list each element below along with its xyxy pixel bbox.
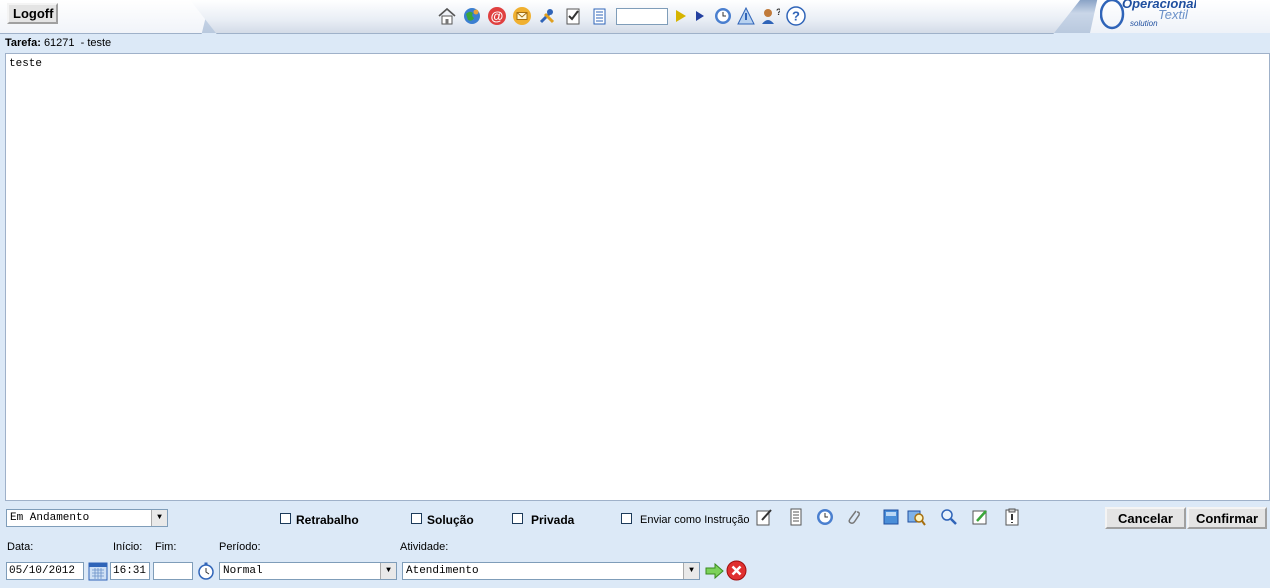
email-at-icon[interactable]: @	[487, 6, 507, 26]
clipboard-alert-icon[interactable]	[1002, 507, 1022, 527]
logo-text-sub: solution	[1130, 19, 1158, 28]
periodo-select[interactable]: Normal ▼	[219, 562, 397, 580]
document-list-icon[interactable]	[786, 507, 806, 527]
chevron-down-icon[interactable]: ▼	[151, 510, 167, 526]
magnifier-icon[interactable]	[939, 507, 959, 527]
checklist-icon[interactable]	[563, 6, 583, 26]
next-arrow-icon[interactable]	[690, 6, 710, 26]
logoff-button[interactable]: Logoff	[7, 3, 58, 24]
triangle-tool-icon[interactable]	[736, 6, 756, 26]
tools-icon[interactable]	[537, 6, 557, 26]
quick-search-input[interactable]	[616, 8, 668, 25]
task-label: Tarefa:	[5, 37, 41, 49]
inicio-label: Início:	[113, 541, 143, 553]
task-number: 61271	[43, 37, 75, 49]
enviar-instrucao-checkbox[interactable]	[621, 513, 632, 524]
envelope-icon[interactable]	[512, 6, 532, 26]
go-arrow-icon[interactable]	[671, 6, 691, 26]
globe-icon[interactable]	[462, 6, 482, 26]
privada-label: Privada	[531, 513, 575, 527]
svg-text:?: ?	[792, 9, 800, 24]
atividade-label: Atividade:	[400, 541, 449, 553]
edit-note-icon[interactable]	[754, 507, 774, 527]
status-select[interactable]: Em Andamento ▼	[6, 509, 168, 527]
solucao-checkbox[interactable]	[411, 513, 422, 524]
calendar-icon[interactable]	[88, 561, 108, 581]
periodo-label: Período:	[219, 541, 261, 553]
clock-icon[interactable]	[713, 6, 733, 26]
confirm-button[interactable]: Confirmar	[1187, 507, 1267, 529]
data-label: Data:	[7, 541, 34, 553]
task-note-editor[interactable]: teste	[5, 53, 1270, 501]
svg-text:@: @	[491, 9, 504, 24]
status-select-value: Em Andamento	[10, 512, 90, 524]
svg-text:?: ?	[776, 7, 780, 17]
solucao-label: Solução	[427, 513, 474, 527]
book-icon[interactable]	[881, 507, 901, 527]
clock-icon[interactable]	[815, 507, 835, 527]
atividade-select-value: Atendimento	[406, 565, 479, 577]
logo-text-bottom: Textil	[1158, 7, 1189, 22]
inicio-input[interactable]: 16:31	[110, 562, 150, 580]
help-icon[interactable]: ?	[786, 6, 806, 26]
company-logo: Operacional solution Textil	[1099, 0, 1198, 30]
pencil-edit-icon[interactable]	[970, 507, 990, 527]
green-arrow-icon[interactable]	[704, 561, 725, 581]
user-help-icon[interactable]: ?	[760, 6, 780, 26]
search-folder-icon[interactable]	[906, 507, 926, 527]
close-red-icon[interactable]	[726, 560, 747, 581]
data-input[interactable]: 05/10/2012	[6, 562, 84, 580]
chevron-down-icon[interactable]: ▼	[380, 563, 396, 579]
atividade-select[interactable]: Atendimento ▼	[402, 562, 700, 580]
list-icon[interactable]	[590, 6, 610, 26]
fim-label: Fim:	[155, 541, 177, 553]
attachment-icon[interactable]	[844, 507, 864, 527]
home-icon[interactable]	[437, 6, 457, 26]
editor-content[interactable]: teste	[9, 58, 42, 70]
chevron-down-icon[interactable]: ▼	[683, 563, 699, 579]
privada-checkbox[interactable]	[512, 513, 523, 524]
task-header: Tarefa: 61271 - teste	[5, 37, 111, 49]
retrabalho-checkbox[interactable]	[280, 513, 291, 524]
stopwatch-icon[interactable]	[196, 561, 216, 581]
retrabalho-label: Retrabalho	[296, 513, 359, 527]
enviar-instrucao-label: Enviar como Instrução	[640, 514, 750, 526]
periodo-select-value: Normal	[223, 565, 263, 577]
task-title: - teste	[80, 37, 112, 49]
cancel-button[interactable]: Cancelar	[1105, 507, 1186, 529]
fim-input[interactable]	[153, 562, 193, 580]
